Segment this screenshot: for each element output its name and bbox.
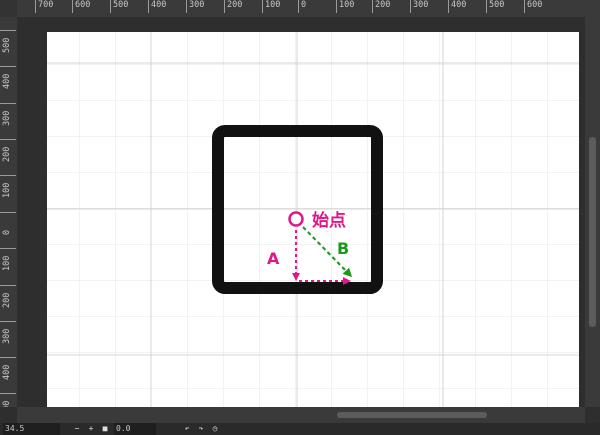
label-b: B xyxy=(337,239,349,258)
ruler-tick: 700 xyxy=(35,0,53,13)
canvas[interactable]: 始点 A B xyxy=(47,32,579,409)
ruler-tick: 0 xyxy=(0,212,16,235)
ruler-tick: 300 xyxy=(186,0,204,13)
ruler-tick: 200 xyxy=(372,0,390,13)
ruler-tick: 100 xyxy=(0,248,16,271)
ruler-tick: 500 xyxy=(0,30,16,53)
ruler-tick: 600 xyxy=(72,0,90,13)
ruler-corner xyxy=(0,0,17,17)
horizontal-scroll-thumb[interactable] xyxy=(337,412,487,418)
ruler-tick: 600 xyxy=(524,0,542,13)
rotation-angle-field[interactable]: 0.0 xyxy=(114,423,156,435)
ruler-tick: 500 xyxy=(110,0,128,13)
start-point-circle xyxy=(288,211,304,227)
ruler-tick: 0 xyxy=(298,0,306,13)
ruler-tick: 400 xyxy=(448,0,466,13)
ruler-tick: 400 xyxy=(0,66,16,89)
ruler-tick: 100 xyxy=(0,175,16,198)
rotate-reset-icon[interactable]: ◷ xyxy=(210,423,220,435)
ruler-left: 500 400 300 200 100 0 100 200 300 400 50… xyxy=(0,17,17,407)
vertical-scroll-thumb[interactable] xyxy=(589,137,596,327)
ruler-tick: 100 xyxy=(336,0,354,13)
ruler-tick: 300 xyxy=(0,321,16,344)
ruler-tick: 300 xyxy=(410,0,428,13)
horizontal-scrollbar[interactable] xyxy=(17,407,585,423)
start-point-label: 始点 xyxy=(312,210,346,231)
ruler-tick: 100 xyxy=(262,0,280,13)
ruler-tick: 500 xyxy=(0,393,16,407)
workspace[interactable]: 始点 A B xyxy=(17,17,585,409)
zoom-reset-button[interactable]: ■ xyxy=(100,423,110,435)
vertical-scrollbar[interactable] xyxy=(585,17,600,407)
ruler-tick: 200 xyxy=(224,0,242,13)
ruler-tick: 500 xyxy=(486,0,504,13)
ruler-tick: 200 xyxy=(0,285,16,308)
zoom-level-field[interactable]: 34.5 xyxy=(3,423,60,435)
ruler-top: 700 600 500 400 300 200 100 0 100 200 30… xyxy=(0,0,600,17)
rotate-left-icon[interactable]: ↶ xyxy=(182,423,192,435)
status-bar: 34.5 − + ■ 0.0 ↶ ↷ ◷ xyxy=(0,423,600,435)
zoom-in-button[interactable]: + xyxy=(86,423,96,435)
rotate-right-icon[interactable]: ↷ xyxy=(196,423,206,435)
label-a: A xyxy=(267,249,280,268)
canvas-drawing: 始点 A B xyxy=(47,32,579,409)
ruler-tick: 400 xyxy=(148,0,166,13)
zoom-out-button[interactable]: − xyxy=(72,423,82,435)
ruler-tick: 200 xyxy=(0,139,16,162)
ruler-tick: 300 xyxy=(0,103,16,126)
ruler-tick: 400 xyxy=(0,357,16,380)
